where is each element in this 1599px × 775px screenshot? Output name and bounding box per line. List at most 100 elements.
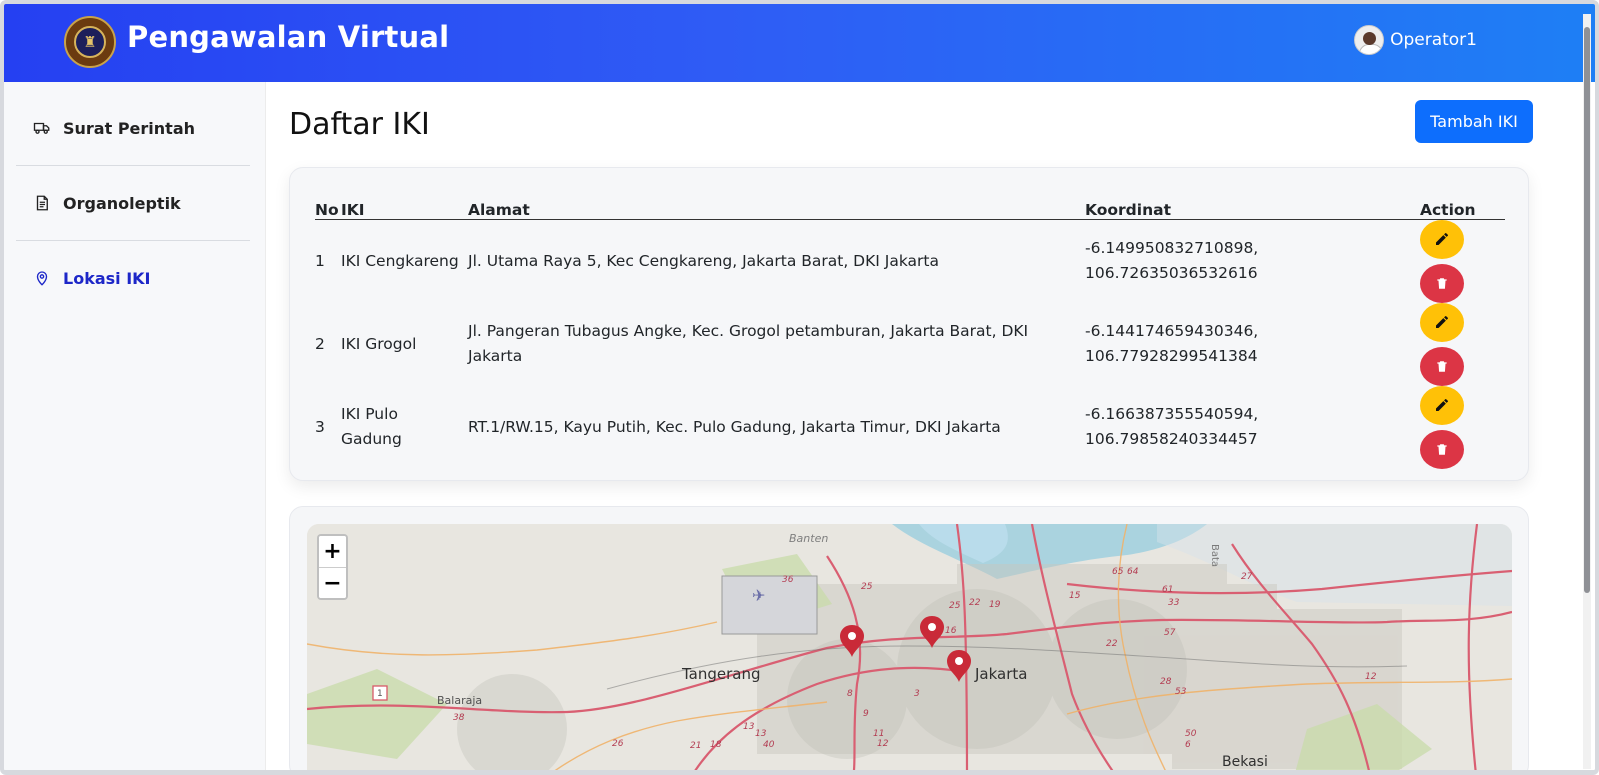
main-content: Daftar IKI Tambah IKI No IKI Alamat Koor…	[267, 82, 1551, 775]
zoom-in-button[interactable]: +	[319, 536, 346, 567]
scrollbar-thumb[interactable]	[1584, 27, 1590, 593]
pencil-icon	[1436, 316, 1448, 328]
road-number: 65	[1112, 567, 1124, 577]
cell-alamat: Jl. Pangeran Tubagus Angke, Kec. Grogol …	[468, 322, 1029, 365]
page-scrollbar[interactable]	[1583, 14, 1591, 769]
road-number: 28	[1160, 677, 1172, 687]
cell-no: 2	[315, 334, 325, 353]
cell-action	[1420, 302, 1505, 386]
map-card: ✈ Banten Tangerang Jakarta Balaraja Beka…	[289, 506, 1529, 775]
edit-button[interactable]	[1420, 219, 1464, 259]
user-menu[interactable]: Operator1	[1354, 25, 1477, 55]
trash-icon	[1437, 360, 1447, 372]
road-number: 16	[945, 626, 957, 636]
road-number: 27	[1241, 572, 1253, 582]
road-number: 61	[1162, 585, 1173, 595]
road-number: 12	[877, 739, 889, 749]
road-number: 3	[914, 689, 920, 699]
cell-no: 1	[315, 251, 325, 270]
delete-button[interactable]	[1420, 263, 1464, 303]
road-number: 33	[1168, 598, 1180, 608]
user-name[interactable]: Operator1	[1390, 30, 1477, 50]
sidebar-item-organoleptik[interactable]: Organoleptik	[16, 166, 250, 240]
road-number: 50	[1185, 729, 1197, 739]
sidebar-item-label: Organoleptik	[63, 193, 181, 213]
row-actions	[1420, 385, 1464, 469]
road-number: 13	[755, 729, 767, 739]
road-number: 6	[1185, 740, 1191, 750]
cell-koordinat: -6.166387355540594, 106.79858240334457	[1085, 405, 1259, 448]
trash-icon	[1437, 277, 1447, 289]
cell-no: 3	[315, 417, 325, 436]
table-row: 1 IKI Cengkareng Jl. Utama Raya 5, Kec C…	[315, 219, 1505, 303]
cell-iki: IKI Grogol	[341, 334, 417, 353]
cell-alamat: Jl. Utama Raya 5, Kec Cengkareng, Jakart…	[468, 251, 940, 270]
iki-table: No IKI Alamat Koordinat Action 1 IKI Cen…	[315, 197, 1505, 469]
pencil-icon	[1436, 233, 1448, 245]
road-number: 22	[1106, 639, 1118, 649]
road-number: 38	[453, 713, 465, 723]
road-number: 19	[989, 600, 1001, 610]
app-title: Pengawalan Virtual	[127, 20, 450, 54]
cell-iki: IKI Cengkareng	[341, 251, 459, 270]
sidebar-item-label: Surat Perintah	[63, 118, 195, 138]
column-header-koordinat: Koordinat	[1085, 197, 1420, 220]
road-number: 9	[863, 709, 869, 719]
road-number: 15	[1069, 591, 1081, 601]
road-number: 8	[847, 689, 853, 699]
map-label-bata: Bata	[1209, 544, 1220, 567]
logo-emblem: ♜	[74, 26, 106, 58]
pencil-icon	[1436, 399, 1448, 411]
sidebar-item-lokasi-iki[interactable]: Lokasi IKI	[16, 241, 250, 315]
road-shield: 1	[377, 689, 383, 699]
road-number: 18	[710, 740, 722, 750]
cell-koordinat: -6.149950832710898, 106.72635036532616	[1085, 239, 1259, 282]
road-number: 25	[861, 582, 873, 592]
row-actions	[1420, 302, 1464, 386]
road-number: 21	[690, 741, 701, 751]
airport-icon: ✈	[752, 586, 765, 605]
road-number: 26	[612, 739, 624, 749]
sidebar: Surat Perintah Organoleptik Lokasi IKI	[4, 82, 266, 770]
garuda-logo: ♜	[64, 16, 116, 68]
table-row: 3 IKI Pulo Gadung RT.1/RW.15, Kayu Putih…	[315, 385, 1505, 469]
map-zoom-controls: + −	[317, 534, 348, 600]
edit-button[interactable]	[1420, 385, 1464, 425]
delete-button[interactable]	[1420, 429, 1464, 469]
column-header-alamat: Alamat	[468, 197, 1085, 220]
row-actions	[1420, 219, 1464, 303]
road-number: 12	[1365, 672, 1377, 682]
add-iki-button[interactable]: Tambah IKI	[1415, 100, 1533, 143]
cell-action	[1420, 219, 1505, 303]
edit-button[interactable]	[1420, 302, 1464, 342]
top-navbar: ♜ Pengawalan Virtual Operator1	[4, 4, 1595, 82]
road-number: 57	[1164, 628, 1176, 638]
user-avatar[interactable]	[1354, 25, 1385, 55]
sidebar-item-surat-perintah[interactable]: Surat Perintah	[16, 91, 250, 165]
road-number: 64	[1127, 567, 1139, 577]
map-label-tangerang: Tangerang	[681, 665, 761, 683]
map-pin-icon	[36, 271, 48, 286]
road-number: 22	[969, 598, 981, 608]
eagle-icon: ♜	[83, 33, 97, 51]
page-title: Daftar IKI	[289, 107, 430, 142]
cell-iki: IKI Pulo Gadung	[341, 405, 402, 448]
map-tiles[interactable]: ✈ Banten Tangerang Jakarta Balaraja Beka…	[307, 524, 1512, 775]
document-icon	[36, 195, 48, 211]
road-number: 13	[743, 722, 755, 732]
browser-frame: ♜ Pengawalan Virtual Operator1 Surat Per…	[0, 0, 1599, 775]
iki-location-map[interactable]: ✈ Banten Tangerang Jakarta Balaraja Beka…	[307, 524, 1512, 775]
truck-icon	[33, 122, 50, 134]
sidebar-item-label: Lokasi IKI	[63, 268, 151, 288]
zoom-out-button[interactable]: −	[319, 567, 346, 598]
map-label-bekasi: Bekasi	[1222, 754, 1268, 770]
cell-koordinat: -6.144174659430346, 106.77928299541384	[1085, 322, 1259, 365]
trash-icon	[1437, 443, 1447, 455]
road-number: 36	[782, 575, 794, 585]
table-row: 2 IKI Grogol Jl. Pangeran Tubagus Angke,…	[315, 302, 1505, 386]
cell-alamat: RT.1/RW.15, Kayu Putih, Kec. Pulo Gadung…	[468, 417, 1001, 436]
road-number: 53	[1175, 687, 1187, 697]
delete-button[interactable]	[1420, 346, 1464, 386]
column-header-no: No	[315, 197, 341, 220]
column-header-action: Action	[1420, 197, 1505, 220]
